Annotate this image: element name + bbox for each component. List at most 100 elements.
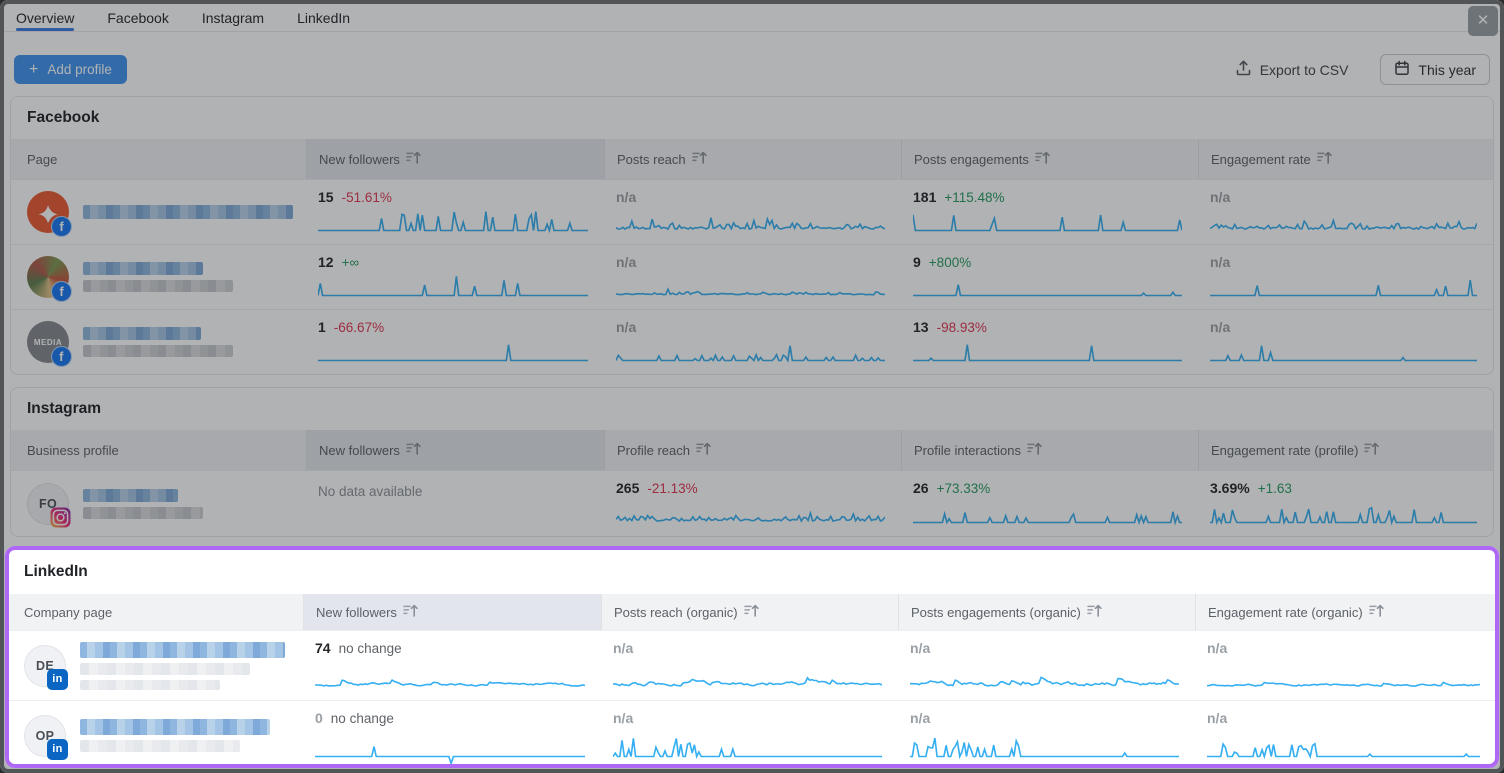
column-header-label: Profile reach xyxy=(617,443,690,458)
tab-overview[interactable]: Overview xyxy=(16,4,74,31)
column-header-posts-reach-organic[interactable]: Posts reach (organic) xyxy=(601,594,898,630)
sparkline-chart xyxy=(613,734,882,764)
sort-icon xyxy=(1317,151,1332,167)
add-profile-label: Add profile xyxy=(47,62,112,77)
metric-value-line: n/a xyxy=(616,254,885,271)
export-csv-label: Export to CSV xyxy=(1260,62,1349,78)
blurred-name-line xyxy=(83,489,178,502)
column-header-engagement-rate[interactable]: Engagement rate xyxy=(1198,139,1493,179)
metric-value-line: 0 no change xyxy=(315,710,585,727)
table-row: f12+∞n/a9+800%n/a xyxy=(11,244,1493,309)
sort-icon xyxy=(403,604,418,620)
app-window: Overview Facebook Instagram LinkedIn ✕ +… xyxy=(0,0,1504,773)
column-header-posts-engagements[interactable]: Posts engagements xyxy=(901,139,1198,179)
add-profile-button[interactable]: + Add profile xyxy=(14,55,127,84)
metric-value-line: n/a xyxy=(613,710,882,727)
metric-value-line: n/a xyxy=(616,189,885,206)
profile-name-blurred[interactable] xyxy=(80,642,285,690)
column-header-new-followers[interactable]: New followers xyxy=(306,430,604,470)
period-selector-button[interactable]: This year xyxy=(1380,54,1490,85)
profile-name-blurred[interactable] xyxy=(83,327,233,357)
sparkline-chart xyxy=(913,338,1182,368)
export-csv-button[interactable]: Export to CSV xyxy=(1230,59,1355,80)
column-header-engagement-rate-profile[interactable]: Engagement rate (profile) xyxy=(1198,430,1493,470)
sort-icon xyxy=(406,442,421,458)
tab-facebook[interactable]: Facebook xyxy=(107,4,168,31)
profile-name-blurred[interactable] xyxy=(83,489,203,519)
sparkline-chart xyxy=(1207,664,1480,694)
metric-value-line: n/a xyxy=(1210,189,1477,206)
column-header-label: New followers xyxy=(319,443,400,458)
sort-icon xyxy=(1087,604,1102,620)
profile-cell: FO xyxy=(11,471,306,536)
table-header-row: Business profile New followers Profile rea… xyxy=(11,430,1493,470)
metric-value: 13 xyxy=(913,319,929,336)
tab-instagram[interactable]: Instagram xyxy=(202,4,264,31)
column-header-label: Posts engagements xyxy=(914,152,1029,167)
column-header-label: Business profile xyxy=(27,443,119,458)
column-header-engagement-rate-organic[interactable]: Engagement rate (organic) xyxy=(1195,594,1496,630)
column-header-profile-interactions[interactable]: Profile interactions xyxy=(901,430,1198,470)
table-row: OPin0no changen/an/an/a xyxy=(8,700,1496,769)
metric-change: no change xyxy=(331,710,394,727)
profile-name-blurred[interactable] xyxy=(80,719,270,752)
period-label: This year xyxy=(1418,62,1476,78)
tabbar: Overview Facebook Instagram LinkedIn xyxy=(4,4,1500,32)
profile-avatar[interactable]: f xyxy=(27,191,69,233)
metric-value: n/a xyxy=(1207,710,1227,727)
sparkline-chart xyxy=(616,208,885,238)
metric-cell: 26+73.33% xyxy=(901,471,1198,536)
metric-value-line: 13-98.93% xyxy=(913,319,1182,336)
blurred-name-line xyxy=(83,280,233,292)
sort-icon xyxy=(696,442,711,458)
profile-avatar[interactable]: DEin xyxy=(24,645,66,687)
section-title-linkedin: LinkedIn xyxy=(8,550,1496,594)
profile-avatar[interactable]: FO xyxy=(27,483,69,525)
avatar-text: MEDIA xyxy=(34,338,62,347)
metric-cell: n/a xyxy=(1198,245,1493,309)
profile-name-blurred[interactable] xyxy=(83,262,233,292)
profile-avatar[interactable]: MEDIAf xyxy=(27,321,69,363)
metric-change: -51.61% xyxy=(342,189,392,206)
sort-icon xyxy=(1035,151,1050,167)
metric-value: 0 xyxy=(315,710,323,727)
metric-value-line: n/a xyxy=(613,640,882,657)
metric-value-line: n/a xyxy=(1210,319,1477,336)
sparkline-chart xyxy=(1210,338,1477,368)
profile-avatar[interactable]: f xyxy=(27,256,69,298)
table-row: MEDIAf1-66.67%n/a13-98.93%n/a xyxy=(11,309,1493,374)
table-row: DEin74no changen/an/an/a xyxy=(8,630,1496,700)
metric-cell: 1-66.67% xyxy=(306,310,604,374)
column-header-new-followers[interactable]: New followers xyxy=(303,594,601,630)
profile-name-blurred[interactable] xyxy=(83,205,293,219)
blurred-name-line xyxy=(83,205,293,219)
profile-cell: f xyxy=(11,180,306,244)
metric-change: +1.63 xyxy=(1258,480,1292,497)
metric-value: n/a xyxy=(613,710,633,727)
close-button[interactable]: ✕ xyxy=(1468,6,1498,36)
profile-avatar[interactable]: OPin xyxy=(24,715,66,757)
sparkline-chart xyxy=(1207,734,1480,764)
section-instagram: InstagramBusiness profileNew followersPr… xyxy=(10,387,1494,537)
blurred-name-line xyxy=(83,262,203,275)
blurred-name-line xyxy=(80,680,220,690)
metric-value: n/a xyxy=(616,189,636,206)
sparkline-chart xyxy=(910,734,1179,764)
column-header-label: Posts engagements (organic) xyxy=(911,605,1081,620)
metric-value: 3.69% xyxy=(1210,480,1250,497)
metric-value: 9 xyxy=(913,254,921,271)
column-header-new-followers[interactable]: New followers xyxy=(306,139,604,179)
metric-change: +∞ xyxy=(342,254,360,271)
metric-cell: 15-51.61% xyxy=(306,180,604,244)
column-header-posts-engagements-organic[interactable]: Posts engagements (organic) xyxy=(898,594,1195,630)
metric-value: n/a xyxy=(1210,254,1230,271)
sparkline-chart xyxy=(613,664,882,694)
column-header-profile-reach[interactable]: Profile reach xyxy=(604,430,901,470)
tab-linkedin[interactable]: LinkedIn xyxy=(297,4,350,31)
column-header-posts-reach[interactable]: Posts reach xyxy=(604,139,901,179)
column-header-company-page: Company page xyxy=(8,594,303,630)
column-header-page: Page xyxy=(11,139,306,179)
toolbar-right: Export to CSV This year xyxy=(1230,54,1490,85)
metric-cell: 74no change xyxy=(303,631,601,700)
metric-cell: n/a xyxy=(898,631,1195,700)
